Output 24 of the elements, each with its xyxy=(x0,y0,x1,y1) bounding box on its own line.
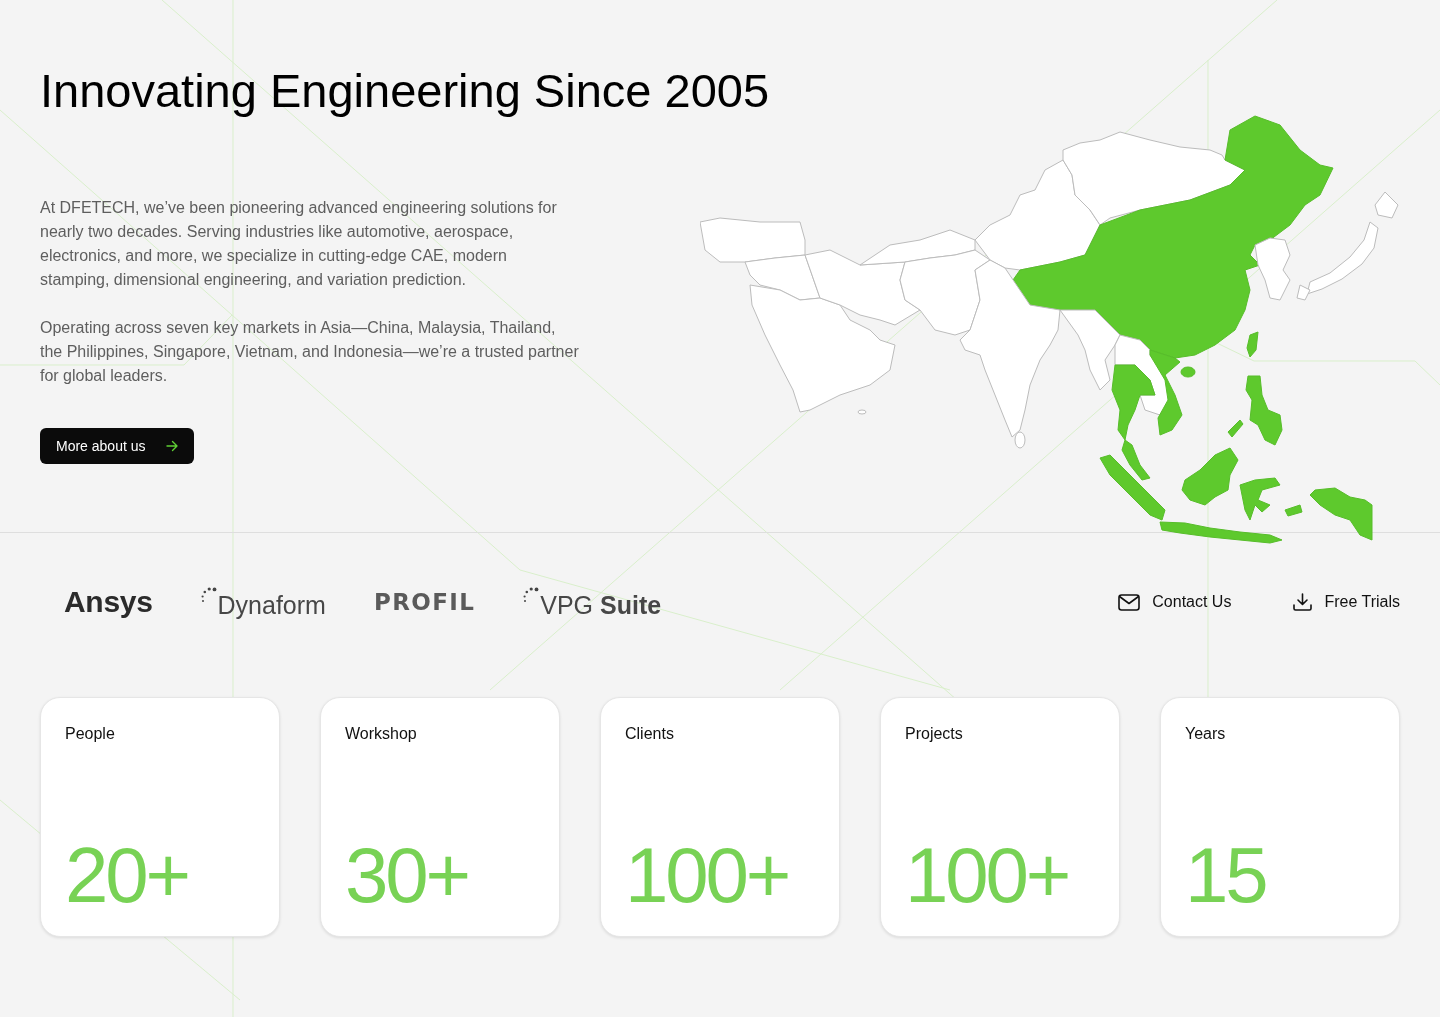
dots-arc-icon xyxy=(200,586,217,603)
stat-value: 30+ xyxy=(345,836,468,914)
stat-value: 15 xyxy=(1185,836,1266,914)
arrow-right-icon xyxy=(165,440,178,452)
partner-logo: VPG Suite xyxy=(540,592,662,618)
mail-icon xyxy=(1118,593,1141,611)
stat-label: Projects xyxy=(905,724,964,744)
stat-label: Clients xyxy=(625,724,675,744)
download-icon xyxy=(1293,593,1313,611)
more-about-us-button[interactable]: More about us xyxy=(40,428,194,464)
intro-paragraph: At DFETECH, we’ve been pioneering advanced engineering solutions for nearly two decades. Serving industries like automotive, aerospace, electronics, and more, we specialize in cutting-edge CAE, modern stamping, dimensional engineering, and variation prediction. xyxy=(40,198,558,290)
intro-paragraph: Operating across seven key markets in Asia—China, Malaysia, Thailand, the Philippines, Singapore, Vietnam, and Indonesia—we’re a trusted partner for global leaders. xyxy=(40,318,580,386)
stat-label: People xyxy=(65,724,116,744)
stat-value: 20+ xyxy=(65,836,188,914)
stat-value: 100+ xyxy=(625,836,789,914)
partner-logo: PROFIL xyxy=(373,590,476,614)
stat-label: Years xyxy=(1185,724,1227,744)
partner-logo: Ansys xyxy=(64,587,153,617)
stat-label: Workshop xyxy=(345,724,418,744)
partner-logo: Dynaform xyxy=(217,592,326,618)
contact-link[interactable]: Contact Us xyxy=(1118,590,1232,614)
stat-value: 100+ xyxy=(905,836,1069,914)
download-link[interactable]: Free Trials xyxy=(1293,590,1400,614)
dots-arc-icon xyxy=(523,586,540,603)
